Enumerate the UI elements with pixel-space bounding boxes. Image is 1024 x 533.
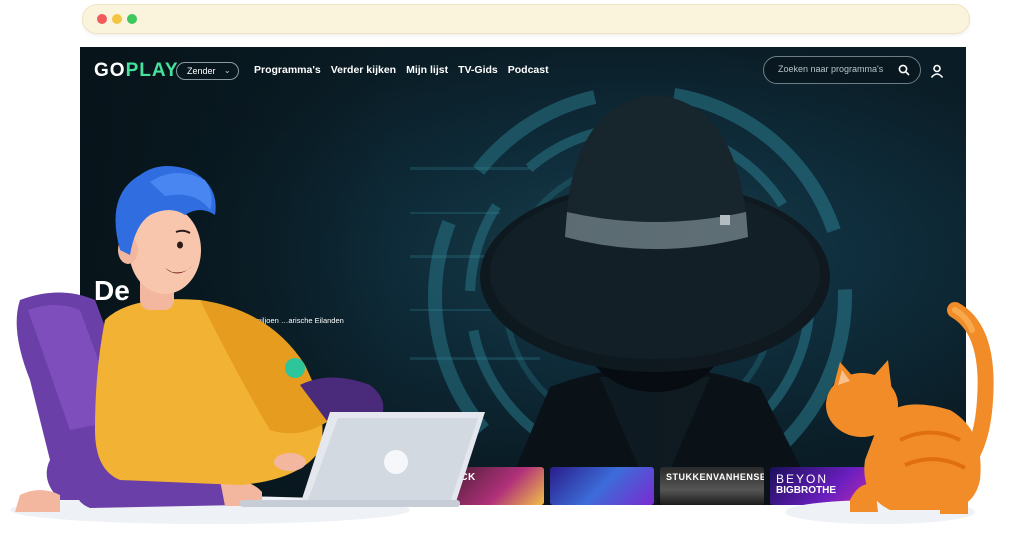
program-thumbnail[interactable]: STUKKENVANHENSEN	[660, 467, 764, 505]
search-box	[763, 56, 921, 84]
goplay-website: GOPLAY Zender ⌄ Programma's Verder kijke…	[80, 47, 966, 505]
program-thumbnail[interactable]: BEYON BIGBROTHE	[770, 467, 874, 505]
thumbnail-subtitle: BIGBROTHE	[776, 485, 836, 496]
nav-links: Programma's Verder kijken Mijn lijst TV-…	[254, 64, 549, 76]
close-window-dot[interactable]	[97, 14, 107, 24]
program-thumbnail[interactable]	[550, 467, 654, 505]
nav-link-podcast[interactable]: Podcast	[508, 64, 549, 76]
thumbnail-title: STUKKENVANHENSEN	[666, 472, 764, 482]
search-input[interactable]	[778, 64, 896, 74]
thumbnail-title: BEYON	[776, 472, 829, 486]
nav-link-mijn-lijst[interactable]: Mijn lijst	[406, 64, 448, 76]
zender-label: Zender	[187, 66, 216, 76]
program-thumbnail[interactable]: FUCK	[440, 467, 544, 505]
thumbnail-title: FUCK	[446, 472, 476, 483]
minimize-window-dot[interactable]	[112, 14, 122, 24]
nav-link-programmas[interactable]: Programma's	[254, 64, 321, 76]
nav-link-verder-kijken[interactable]: Verder kijken	[331, 64, 396, 76]
nav-link-tv-gids[interactable]: TV-Gids	[458, 64, 498, 76]
zender-dropdown[interactable]: Zender ⌄	[176, 62, 239, 80]
logo-text-go: GO	[94, 60, 126, 81]
top-navigation: GOPLAY Zender ⌄ Programma's Verder kijke…	[80, 47, 966, 95]
search-icon[interactable]	[898, 64, 910, 76]
program-thumbnail-row: FUCK STUKKENVANHENSEN BEYON BIGBROTHE	[440, 467, 874, 505]
chevron-down-icon: ⌄	[223, 66, 231, 75]
maximize-window-dot[interactable]	[127, 14, 137, 24]
hero-description: en een miljoen …arische Eilanden in het	[230, 316, 344, 337]
user-account-icon[interactable]	[930, 64, 944, 78]
hero-title: De	[94, 275, 130, 306]
browser-toolbar	[82, 4, 970, 34]
goplay-logo[interactable]: GOPLAY	[94, 60, 179, 82]
logo-text-play: PLAY	[125, 60, 179, 81]
screenshot-stage: GOPLAY Zender ⌄ Programma's Verder kijke…	[0, 0, 1024, 533]
hero-image-mystery-man	[80, 47, 966, 505]
